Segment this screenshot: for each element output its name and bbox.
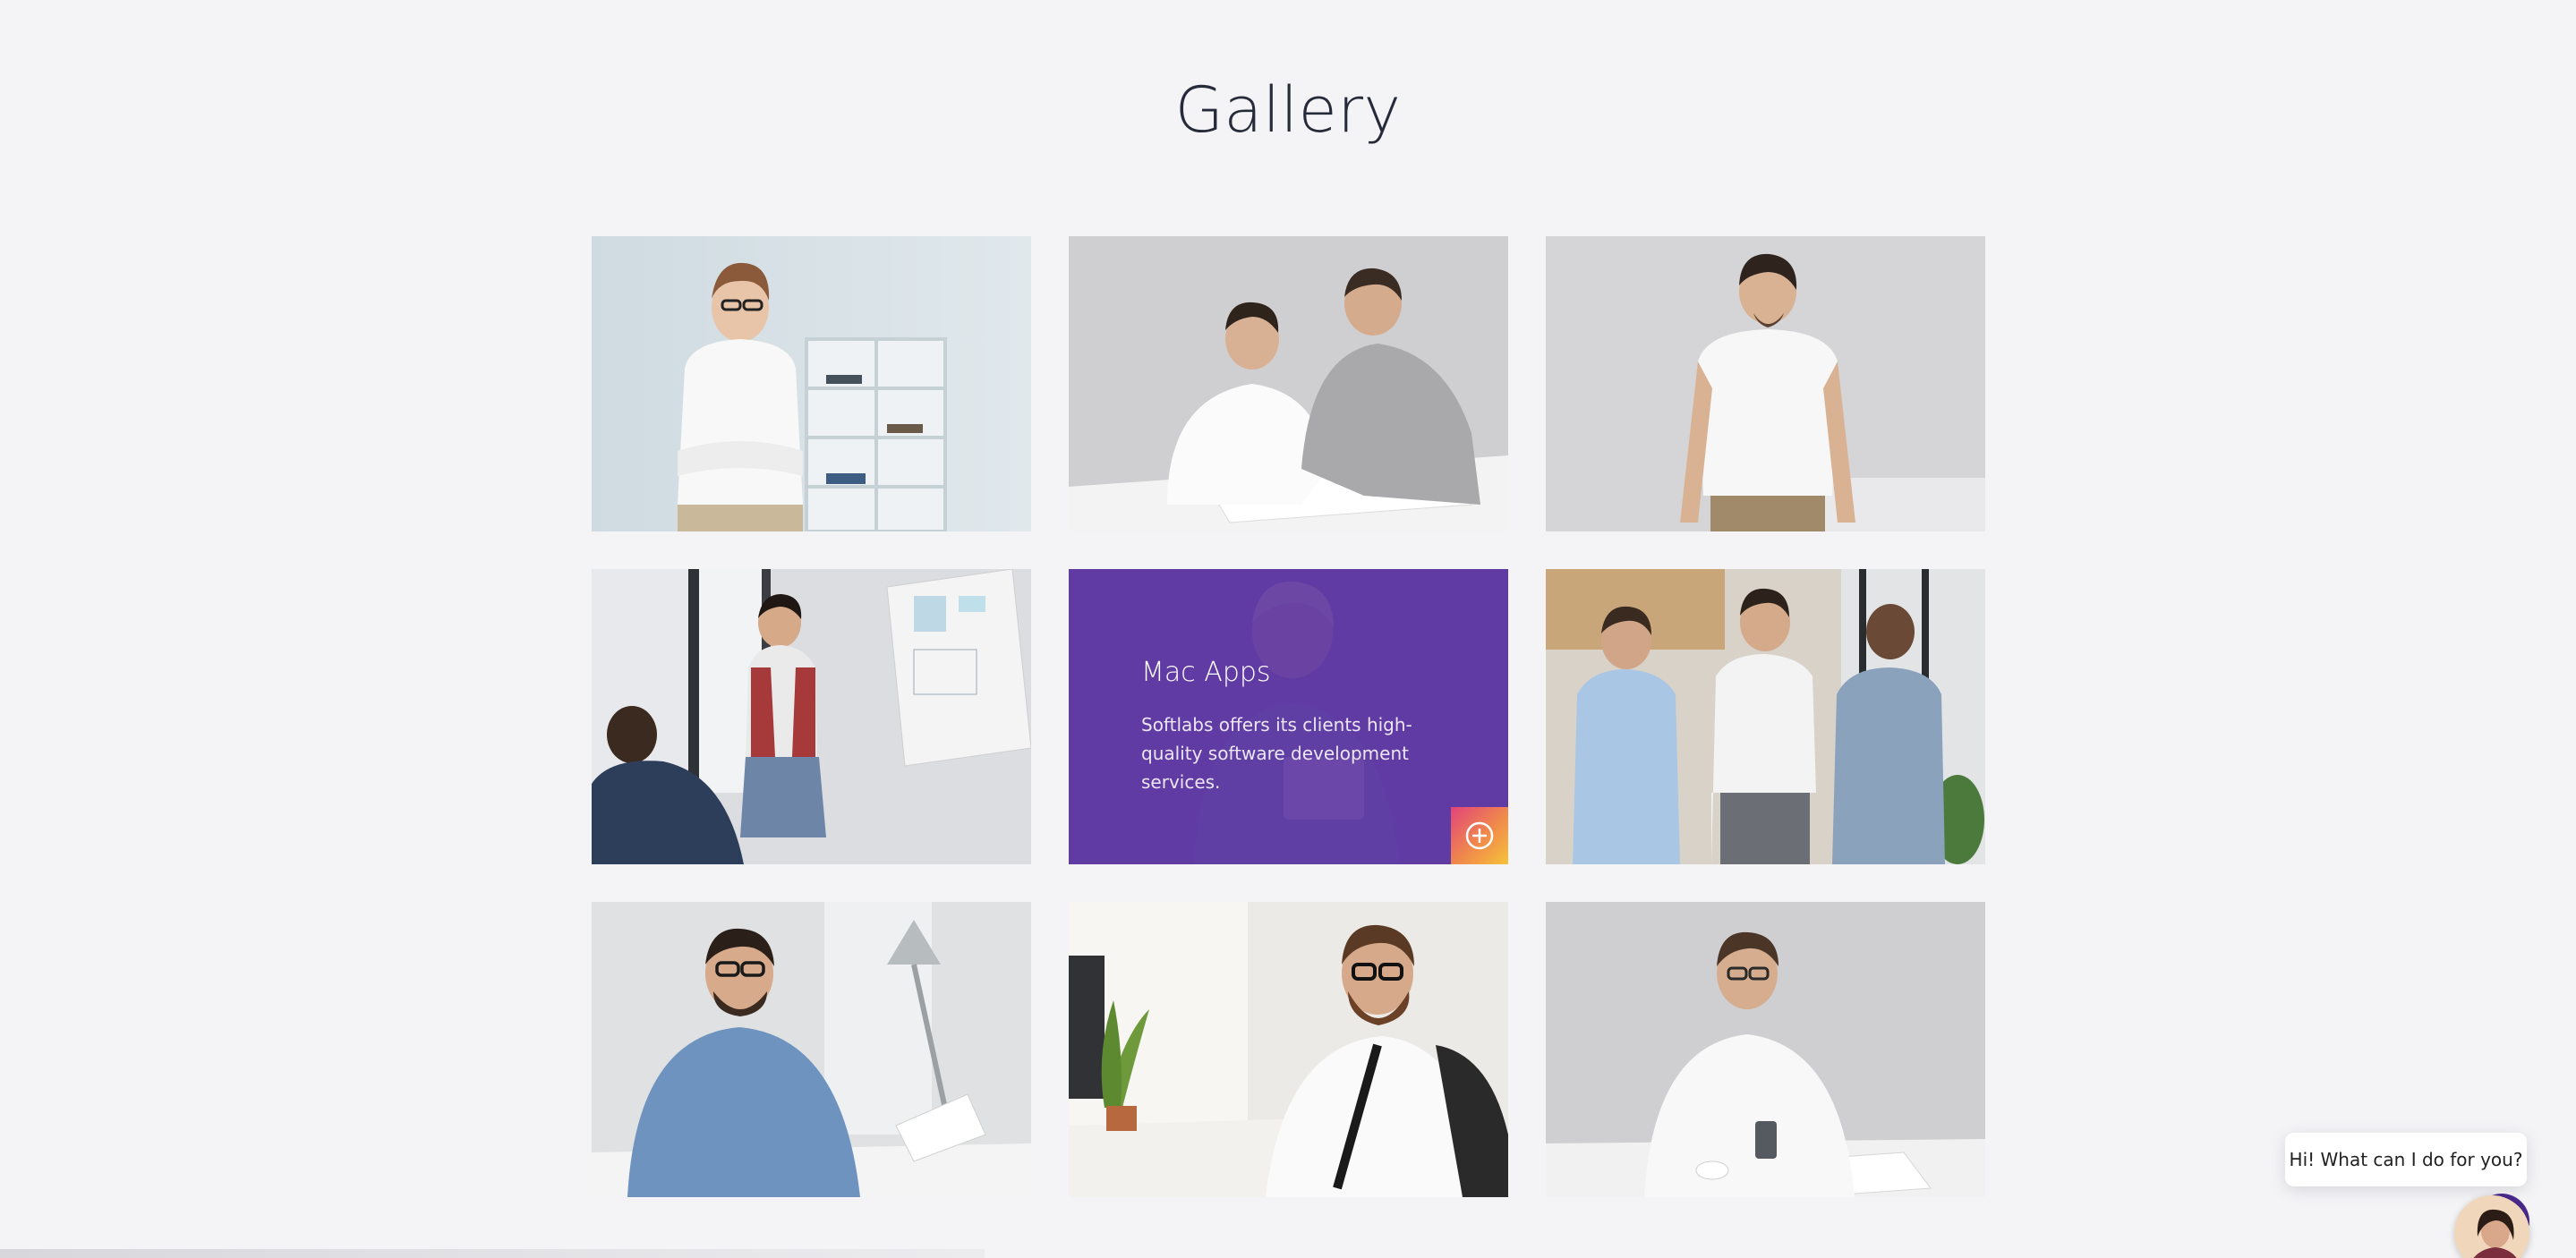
page: Gallery Mac Apps Softlabs offers its cli… [0, 0, 2576, 1258]
featured-description: Softlabs offers its clients high-quality… [1141, 714, 1412, 793]
gallery-photo-4 [592, 569, 1031, 864]
bottom-scroll-indicator [0, 1249, 985, 1258]
gallery-item-8[interactable] [1069, 902, 1508, 1197]
gallery-photo-2 [1069, 236, 1508, 531]
featured-title: Mac Apps [1141, 657, 1271, 688]
gallery-item-2[interactable] [1069, 236, 1508, 531]
gallery-grid: Mac Apps Softlabs offers its clients hig… [592, 236, 1985, 1197]
gallery-photo-7 [592, 902, 1031, 1197]
featured-gallery-item[interactable]: Mac Apps Softlabs offers its clients hig… [1069, 569, 1508, 864]
gallery-photo-3 [1546, 236, 1985, 531]
gallery-item-9[interactable] [1546, 902, 1985, 1197]
gallery-item-7[interactable] [592, 902, 1031, 1197]
gallery-item-4[interactable] [592, 569, 1031, 864]
gallery-photo-8 [1069, 902, 1508, 1197]
page-title: Gallery [1174, 73, 1402, 147]
gallery-item-3[interactable] [1546, 236, 1985, 531]
gallery-item-1[interactable] [592, 236, 1031, 531]
expand-button[interactable] [1451, 807, 1508, 864]
plus-circle-icon [1465, 821, 1494, 850]
gallery-item-6[interactable] [1546, 569, 1985, 864]
chat-greeting-bubble[interactable]: Hi! What can I do for you? [2285, 1133, 2527, 1186]
gallery-photo-6 [1546, 569, 1985, 864]
gallery-photo-1 [592, 236, 1031, 531]
gallery-photo-9 [1546, 902, 1985, 1197]
